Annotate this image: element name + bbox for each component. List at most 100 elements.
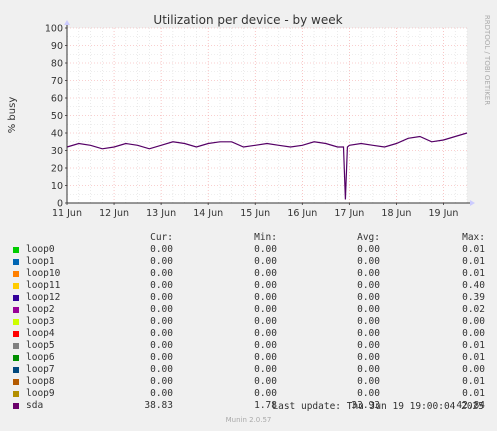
header-min: Min: [254,232,277,243]
legend-cur: 0.00 [150,316,173,327]
legend-avg: 0.00 [357,340,380,351]
legend-cur: 38.83 [144,400,173,411]
x-tick-label: 17 Jun [334,208,364,219]
legend-swatch [13,367,19,373]
legend-max: 0.01 [462,376,485,387]
legend-min: 0.00 [254,376,277,387]
legend-cur: 0.00 [150,340,173,351]
legend-name: loop9 [26,388,55,399]
y-tick-label: 70 [51,76,63,87]
legend-avg: 0.00 [357,304,380,315]
x-axis-arrow [470,200,475,206]
legend-row-loop6: loop6 0.00 0.00 0.00 0.01 [0,352,497,364]
legend-header: Cur: Min: Avg: Max: [0,232,497,244]
y-tick-label: 20 [51,164,63,175]
x-tick-label: 15 Jun [240,208,270,219]
legend-max: 0.40 [462,280,485,291]
legend-min: 0.00 [254,364,277,375]
legend-min: 0.00 [254,352,277,363]
legend-name: loop5 [26,340,55,351]
legend-row-loop7: loop7 0.00 0.00 0.00 0.00 [0,364,497,376]
munin-version: Munin 2.0.57 [225,416,272,424]
legend-cur: 0.00 [150,280,173,291]
legend-avg: 0.00 [357,328,380,339]
y-tick-label: 10 [51,181,63,192]
legend-max: 0.01 [462,256,485,267]
legend-min: 0.00 [254,292,277,303]
legend-min: 0.00 [254,280,277,291]
legend-row-loop9: loop9 0.00 0.00 0.00 0.01 [0,388,497,400]
y-tick-label: 60 [51,94,63,105]
legend-avg: 0.00 [357,268,380,279]
legend-swatch [13,319,19,325]
legend-row-loop2: loop2 0.00 0.00 0.00 0.02 [0,304,497,316]
legend-swatch [13,343,19,349]
legend-cur: 0.00 [150,352,173,363]
legend-name: loop4 [26,328,55,339]
legend-row-loop8: loop8 0.00 0.00 0.00 0.01 [0,376,497,388]
legend-name: loop1 [26,256,55,267]
chart-title: Utilization per device - by week [153,13,342,27]
header-avg: Avg: [357,232,380,243]
x-tick-label: 14 Jun [193,208,223,219]
legend-cur: 0.00 [150,304,173,315]
legend-cur: 0.00 [150,256,173,267]
legend-avg: 0.00 [357,292,380,303]
legend-cur: 0.00 [150,292,173,303]
legend-cur: 0.00 [150,268,173,279]
legend-min: 0.00 [254,256,277,267]
legend-swatch [13,379,19,385]
legend-name: loop2 [26,304,55,315]
legend-swatch [13,403,19,409]
legend-name: loop3 [26,316,55,327]
legend-avg: 0.00 [357,256,380,267]
legend-min: 0.00 [254,268,277,279]
y-ticks: 0102030405060708090100 [45,24,67,210]
legend-name: loop8 [26,376,55,387]
legend-min: 0.00 [254,316,277,327]
legend-avg: 0.00 [357,364,380,375]
legend-cur: 0.00 [150,376,173,387]
legend-name: loop7 [26,364,55,375]
legend-cur: 0.00 [150,328,173,339]
legend-max: 0.01 [462,244,485,255]
header-max: Max: [462,232,485,243]
legend-avg: 0.00 [357,280,380,291]
y-tick-label: 30 [51,146,63,157]
legend-row-loop4: loop4 0.00 0.00 0.00 0.00 [0,328,497,340]
legend-name: sda [26,400,44,411]
legend-name: loop11 [26,280,61,291]
x-tick-label: 11 Jun [52,208,82,219]
legend-name: loop0 [26,244,55,255]
y-tick-label: 40 [51,129,63,140]
y-tick-label: 90 [51,41,63,52]
legend-min: 0.00 [254,388,277,399]
legend-max: 0.01 [462,268,485,279]
legend-name: loop6 [26,352,55,363]
legend-swatch [13,391,19,397]
last-update: Last update: Thu Jun 19 19:00:04 2025 [272,401,484,412]
legend-swatch [13,355,19,361]
x-tick-label: 19 Jun [428,208,458,219]
x-tick-label: 18 Jun [381,208,411,219]
x-ticks: 11 Jun 12 Jun 13 Jun 14 Jun 15 Jun 16 Jun 17 J… [52,203,458,219]
x-tick-label: 16 Jun [287,208,317,219]
legend-max: 0.00 [462,364,485,375]
y-tick-label: 80 [51,59,63,70]
legend-min: 0.00 [254,328,277,339]
legend-cur: 0.00 [150,388,173,399]
legend-row-loop10: loop10 0.00 0.00 0.00 0.01 [0,268,497,280]
legend-cur: 0.00 [150,364,173,375]
legend-swatch [13,247,19,253]
legend-row-loop0: loop0 0.00 0.00 0.00 0.01 [0,244,497,256]
legend-row-loop11: loop11 0.00 0.00 0.00 0.40 [0,280,497,292]
legend-row-loop12: loop12 0.00 0.00 0.00 0.39 [0,292,497,304]
header-cur: Cur: [150,232,173,243]
legend-name: loop12 [26,292,61,303]
legend-cur: 0.00 [150,244,173,255]
legend-swatch [13,307,19,313]
legend-row-loop5: loop5 0.00 0.00 0.00 0.01 [0,340,497,352]
legend-row-loop3: loop3 0.00 0.00 0.00 0.00 [0,316,497,328]
y-tick-label: 100 [45,24,63,35]
legend-max: 0.01 [462,388,485,399]
